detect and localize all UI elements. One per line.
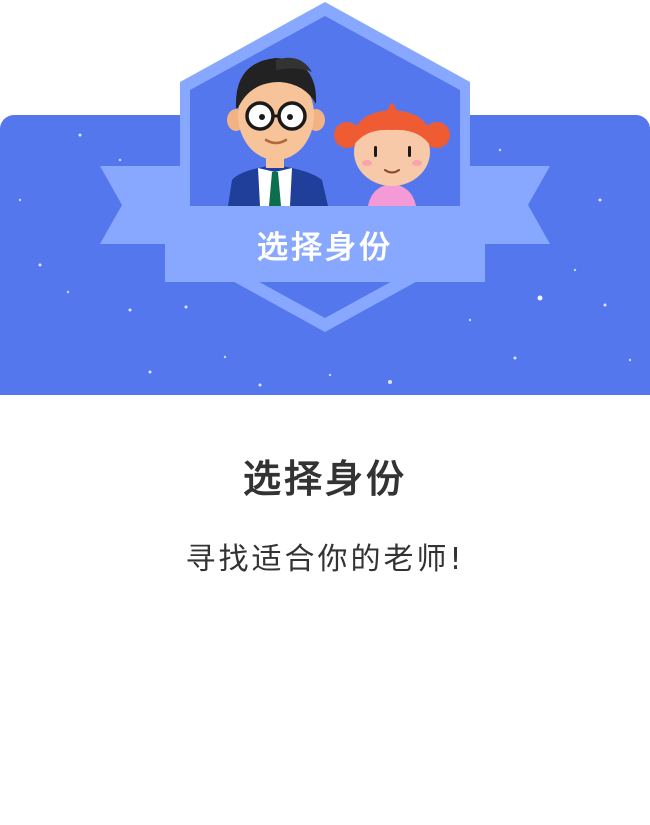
identity-badge-graphic bbox=[18, 2, 632, 387]
page-title: 选择身份 bbox=[242, 457, 407, 501]
badge-label: 选择身份 bbox=[257, 229, 393, 266]
page-subtitle: 寻找适合你的老师! bbox=[185, 542, 465, 577]
